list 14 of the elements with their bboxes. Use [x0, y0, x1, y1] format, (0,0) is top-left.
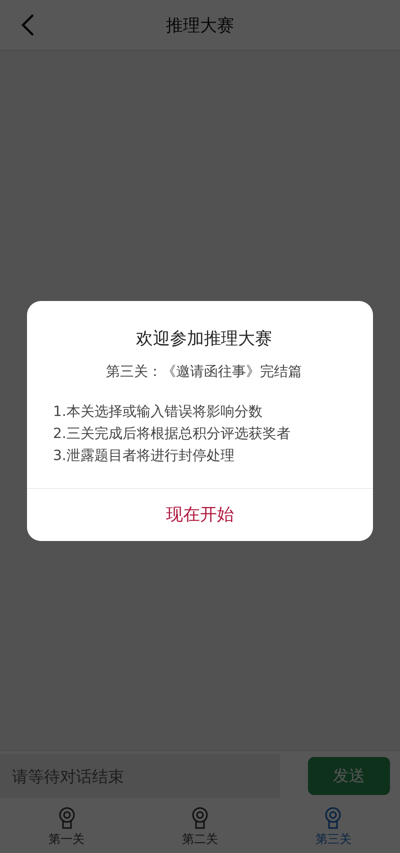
rule-text: 3.泄露题目者将进行封停处理	[53, 446, 236, 466]
medal-icon	[58, 806, 76, 828]
dialog-title: 欢迎参加推理大赛	[135, 328, 273, 350]
rule-text: 2.三关完成后将根据总积分评选获奖者	[53, 424, 292, 444]
dialog-subtitle: 第三关：《邀请函往事》完结篇	[105, 362, 303, 380]
back-icon[interactable]	[20, 13, 36, 37]
medal-icon	[190, 806, 209, 828]
tab[interactable]: 第一关	[22, 801, 112, 853]
page-title: 推理大赛	[166, 14, 234, 36]
tab[interactable]: 第三关	[288, 801, 378, 853]
send-button[interactable]: 发送	[308, 757, 390, 795]
tab[interactable]: 第二关	[154, 801, 245, 853]
medal-icon	[324, 806, 342, 828]
rule-text: 1.本关选择或输入错误将影响分数	[53, 402, 264, 422]
